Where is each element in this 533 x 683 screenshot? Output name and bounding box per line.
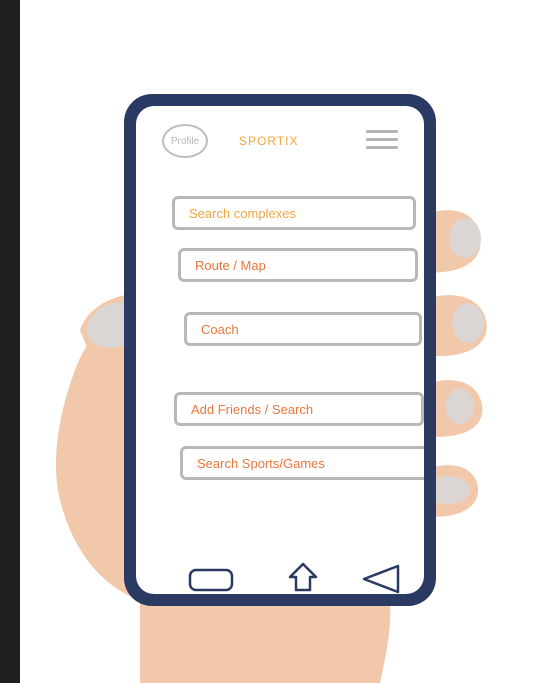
app-header: Profile SPORTIX bbox=[136, 106, 424, 176]
route-map-button[interactable]: Route / Map bbox=[178, 248, 418, 282]
phone-screen: Profile SPORTIX Search complexes Route /… bbox=[136, 106, 424, 594]
hamburger-icon[interactable] bbox=[366, 130, 398, 156]
triangle-back-icon[interactable] bbox=[360, 564, 402, 594]
profile-button[interactable]: Profile bbox=[162, 124, 208, 158]
app-title: SPORTIX bbox=[239, 134, 299, 148]
search-complexes-button[interactable]: Search complexes bbox=[172, 196, 416, 230]
home-icon[interactable] bbox=[286, 560, 320, 594]
menu-line bbox=[366, 146, 398, 149]
phone-frame: Profile SPORTIX Search complexes Route /… bbox=[124, 94, 436, 606]
bottom-navigation bbox=[136, 536, 424, 594]
mockup-canvas: Profile SPORTIX Search complexes Route /… bbox=[20, 0, 533, 683]
search-sports-games-button[interactable]: Search Sports/Games bbox=[180, 446, 424, 480]
add-friends-search-button[interactable]: Add Friends / Search bbox=[174, 392, 424, 426]
rectangle-icon[interactable] bbox=[188, 568, 234, 594]
coach-button[interactable]: Coach bbox=[184, 312, 422, 346]
menu-line bbox=[366, 130, 398, 133]
menu-line bbox=[366, 138, 398, 141]
